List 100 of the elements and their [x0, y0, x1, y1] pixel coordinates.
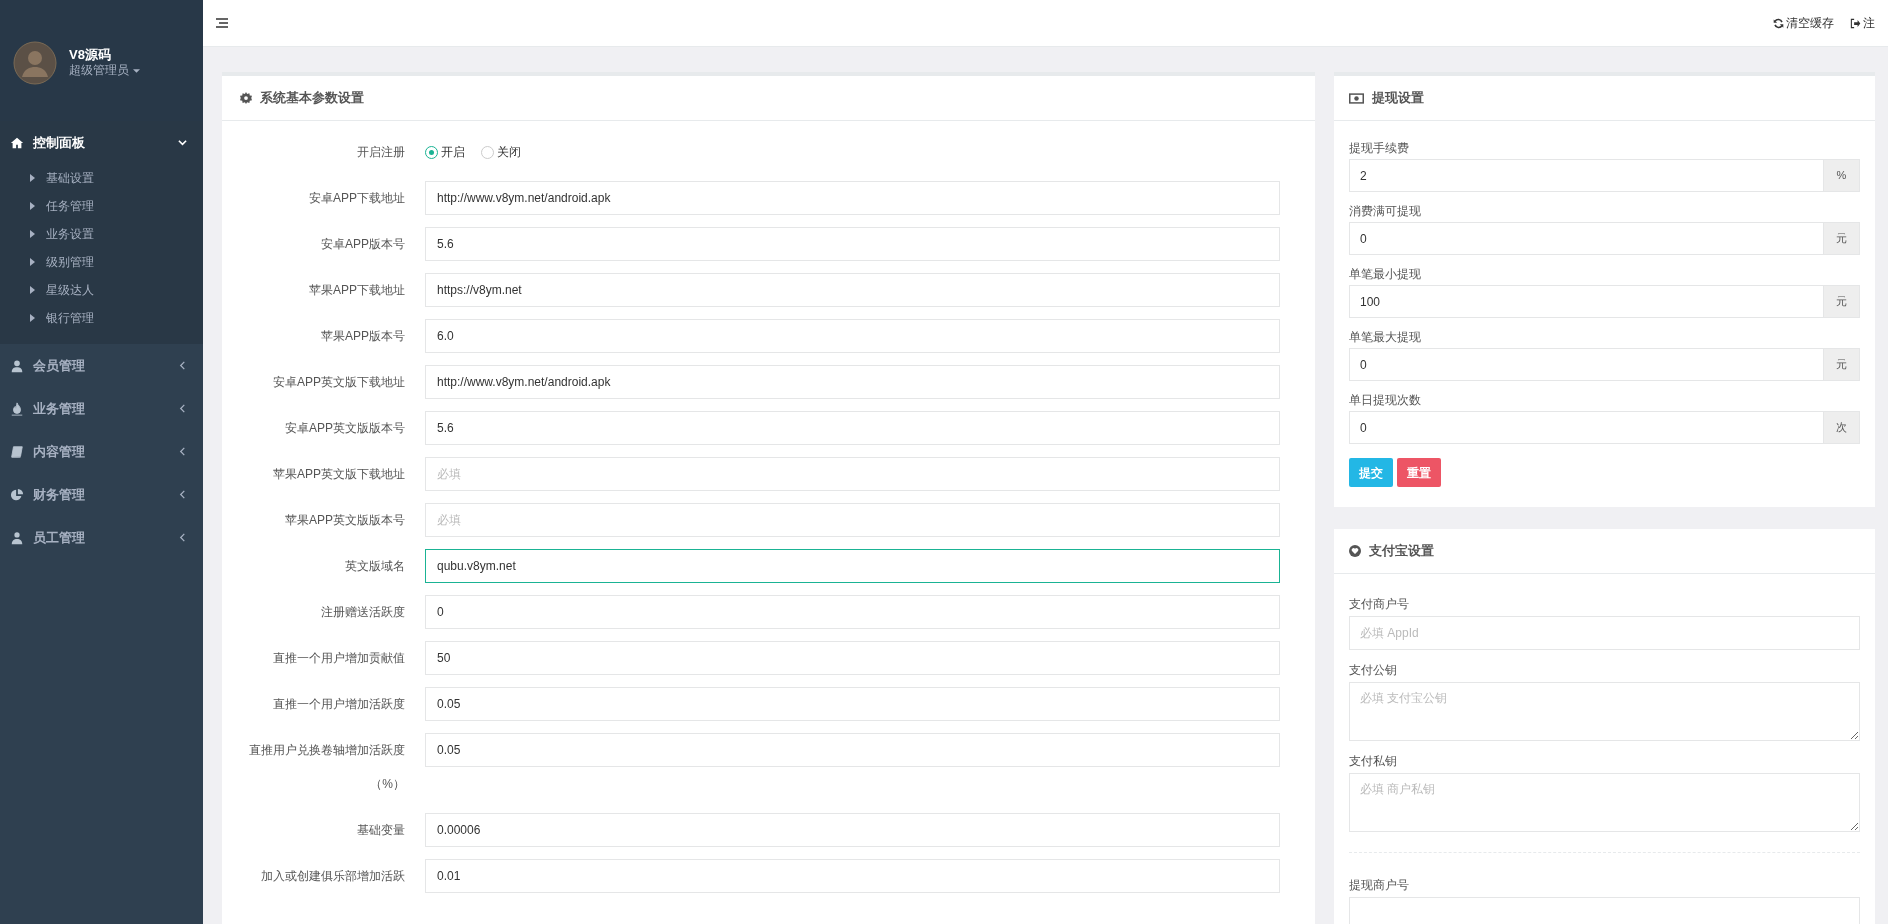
field-label: 注册赠送活跃度	[320, 604, 405, 621]
submenu-item[interactable]: 级别管理	[0, 248, 203, 276]
field-label: 苹果APP英文版下载地址	[272, 466, 405, 483]
field-label: 英文版域名	[344, 558, 405, 575]
pie-chart-icon	[10, 487, 24, 502]
input-field[interactable]: 0	[1349, 222, 1824, 255]
book-icon	[10, 444, 24, 459]
unit-addon: %	[1824, 159, 1860, 192]
logout-icon	[1850, 17, 1861, 29]
field-label: 基础变量	[356, 822, 405, 839]
triangle-icon	[30, 174, 35, 182]
menu-item[interactable]: 内容管理	[0, 430, 203, 473]
input-field[interactable]: 0	[1349, 348, 1824, 381]
input-field[interactable]: 0.00006	[425, 813, 1280, 847]
triangle-icon	[30, 202, 35, 210]
chevron-left-icon	[178, 533, 187, 542]
toolbar-link[interactable]: 注	[1850, 14, 1875, 32]
unit-addon: 元	[1824, 222, 1860, 255]
input-field[interactable]: 0	[1349, 411, 1824, 444]
card-title: 支付宝设置	[1369, 542, 1434, 561]
input-field[interactable]: 0.05	[425, 687, 1280, 721]
input-field[interactable]: 必填 AppId	[1349, 616, 1860, 650]
staff-icon	[10, 530, 24, 545]
field-label: 安卓APP英文版下载地址	[272, 374, 405, 391]
field-label: 安卓APP英文版版本号	[284, 420, 405, 437]
home-icon	[10, 135, 24, 150]
unit-addon: 元	[1824, 348, 1860, 381]
field-label: 苹果APP版本号	[320, 328, 405, 345]
submenu-item[interactable]: 业务设置	[0, 220, 203, 248]
chevron-left-icon	[178, 447, 187, 456]
settings-icon	[240, 92, 252, 104]
input-field[interactable]: 100	[1349, 285, 1824, 318]
radio-option[interactable]: 关闭	[481, 143, 521, 161]
field-label: 苹果APP下载地址	[308, 282, 405, 299]
unit-addon: 次	[1824, 411, 1860, 444]
field-label: 支付私钥	[1349, 753, 1398, 770]
triangle-icon	[30, 314, 35, 322]
menu-item[interactable]: 业务管理	[0, 387, 203, 430]
input-field[interactable]: http://www.v8ym.net/android.apk	[425, 365, 1280, 399]
input-field[interactable]: 必填	[425, 503, 1280, 537]
field-label: 单日提现次数	[1349, 392, 1422, 409]
triangle-icon	[30, 286, 35, 294]
caret-icon	[133, 68, 140, 73]
input-field[interactable]: 50	[425, 641, 1280, 675]
heart-icon	[1349, 545, 1361, 557]
field-label: 支付公钥	[1349, 662, 1398, 679]
input-field[interactable]: http://www.v8ym.net/android.apk	[425, 181, 1280, 215]
user-icon	[10, 358, 24, 373]
field-label: 提现商户号	[1349, 877, 1410, 894]
input-field[interactable]: 0.01	[425, 859, 1280, 893]
field-label: 支付商户号	[1349, 596, 1410, 613]
input-field[interactable]: 2	[1349, 159, 1824, 192]
triangle-icon	[30, 230, 35, 238]
input-field[interactable]: 必填	[425, 457, 1280, 491]
field-label: 苹果APP英文版版本号	[284, 512, 405, 529]
field-label: 单笔最大提现	[1349, 329, 1422, 346]
card-title: 提现设置	[1372, 89, 1424, 108]
chevron-left-icon	[178, 404, 187, 413]
money-icon	[1349, 92, 1364, 104]
menu-item[interactable]: 财务管理	[0, 473, 203, 516]
field-label: 直推一个用户增加活跃度	[272, 696, 405, 713]
card-title: 系统基本参数设置	[260, 89, 364, 108]
menu-item[interactable]: 员工管理	[0, 516, 203, 559]
submenu-item[interactable]: 星级达人	[0, 276, 203, 304]
field-label: 直推用户兑换卷轴增加活跃度（%）	[248, 742, 405, 793]
toolbar-link[interactable]: 清空缓存	[1773, 14, 1834, 32]
user-name: V8源码	[69, 46, 112, 64]
unit-addon: 元	[1824, 285, 1860, 318]
input-field[interactable]: 5.6	[425, 227, 1280, 261]
chevron-left-icon	[178, 361, 187, 370]
field-label: 消费满可提现	[1349, 203, 1422, 220]
field-label: 加入或创建俱乐部增加活跃	[260, 868, 405, 885]
text-area[interactable]: 必填 商户私钥	[1349, 773, 1860, 832]
submenu-item[interactable]: 任务管理	[0, 192, 203, 220]
field-label: 安卓APP下载地址	[308, 190, 405, 207]
field-label: 直推一个用户增加贡献值	[272, 650, 405, 667]
field-label: 单笔最小提现	[1349, 266, 1422, 283]
radio-option[interactable]: 开启	[425, 143, 465, 161]
input-field[interactable]: 5.6	[425, 411, 1280, 445]
input-field[interactable]: 0.05	[425, 733, 1280, 767]
input-field[interactable]: 6.0	[425, 319, 1280, 353]
field-label: 提现手续费	[1349, 140, 1410, 157]
triangle-icon	[30, 258, 35, 266]
refresh-icon	[1773, 17, 1784, 29]
submenu-item[interactable]: 银行管理	[0, 304, 203, 332]
field-label: 开启注册	[356, 144, 405, 161]
menu-item[interactable]: 会员管理	[0, 344, 203, 387]
input-field[interactable]: qubu.v8ym.net	[425, 549, 1280, 583]
flame-icon	[10, 401, 24, 416]
input-field[interactable]: 0	[425, 595, 1280, 629]
text-area[interactable]: 必填 支付宝公钥	[1349, 682, 1860, 741]
avatar	[13, 40, 57, 85]
user-role-dropdown[interactable]: 超级管理员	[69, 63, 140, 79]
input-field[interactable]	[1349, 897, 1860, 924]
field-label: 安卓APP版本号	[320, 236, 405, 253]
submenu-item[interactable]: 基础设置	[0, 164, 203, 192]
chevron-left-icon	[178, 490, 187, 499]
menu-item[interactable]: 控制面板	[0, 121, 203, 164]
menu-icon[interactable]	[216, 18, 228, 28]
input-field[interactable]: https://v8ym.net	[425, 273, 1280, 307]
